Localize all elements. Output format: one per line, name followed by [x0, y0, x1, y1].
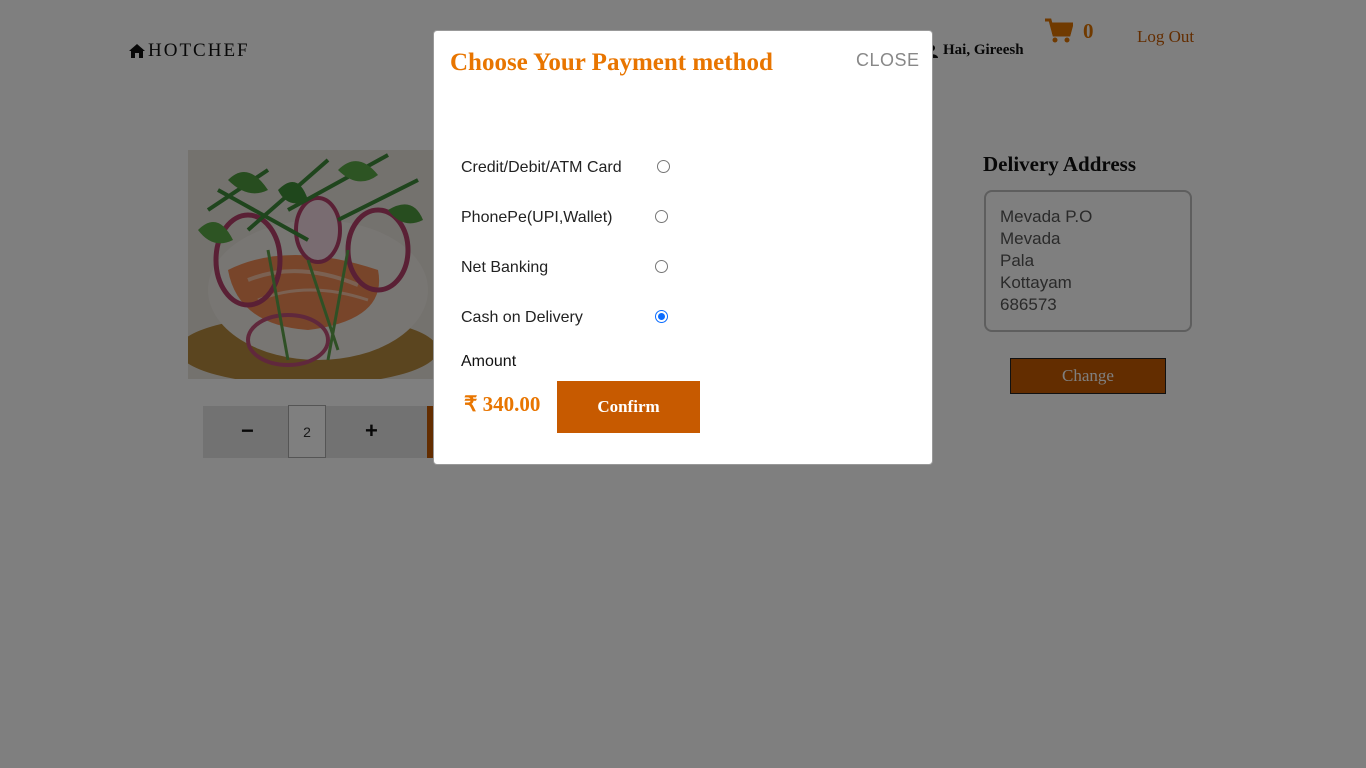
modal-title: Choose Your Payment method [450, 49, 773, 76]
radio-phonepe[interactable] [655, 210, 668, 223]
payment-option-label: Cash on Delivery [461, 309, 583, 326]
payment-option-phonepe[interactable]: PhonePe(UPI,Wallet) [461, 206, 701, 230]
payment-option-cod[interactable]: Cash on Delivery [461, 306, 701, 330]
payment-option-card[interactable]: Credit/Debit/ATM Card [461, 156, 701, 180]
radio-netbanking[interactable] [655, 260, 668, 273]
page: HOTCHEF Hai, Gireesh 0 Log Out [0, 0, 1366, 768]
payment-option-label: Credit/Debit/ATM Card [461, 159, 622, 176]
payment-option-netbanking[interactable]: Net Banking [461, 256, 701, 280]
radio-card[interactable] [657, 160, 670, 173]
close-button[interactable]: CLOSE [856, 50, 920, 71]
payment-option-label: PhonePe(UPI,Wallet) [461, 209, 613, 226]
radio-cod[interactable] [655, 310, 668, 323]
payment-modal: Choose Your Payment method CLOSE Credit/… [433, 30, 933, 465]
amount-value: ₹ 340.00 [464, 392, 541, 416]
confirm-button[interactable]: Confirm [557, 381, 700, 433]
amount-label: Amount [461, 353, 517, 370]
payment-option-label: Net Banking [461, 259, 549, 276]
